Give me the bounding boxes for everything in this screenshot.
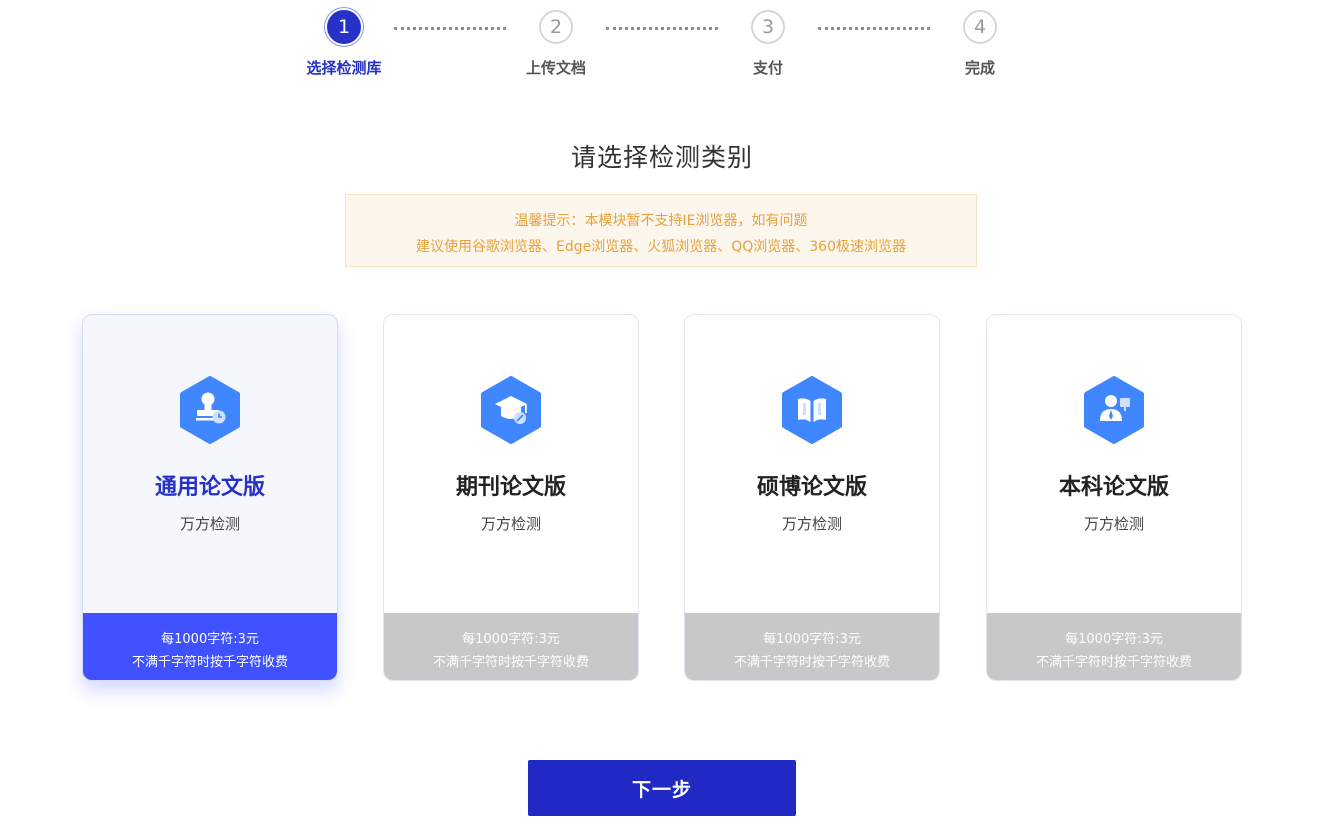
browser-notice: 温馨提示：本模块暂不支持IE浏览器，如有问题 建议使用谷歌浏览器、Edge浏览器… — [345, 194, 977, 267]
step-2-circle: 2 — [539, 10, 573, 44]
page-title: 请选择检测类别 — [570, 143, 753, 172]
card-price: 每1000字符:3元 — [763, 632, 861, 647]
card-price-note: 不满千字符时按千字符收费 — [432, 655, 589, 670]
step-4-circle: 4 — [963, 10, 997, 44]
next-step-button[interactable]: 下一步 — [528, 760, 796, 816]
card-price-note: 不满千字符时按千字符收费 — [1035, 655, 1192, 670]
step-connector — [394, 27, 506, 30]
card-price: 每1000字符:3元 — [161, 632, 259, 647]
step-progress: 1 选择检测库 2 上传文档 3 支付 4 完成 — [0, 10, 1324, 90]
card-undergraduate-paper[interactable]: 本科论文版 万方检测 每1000字符:3元 不满千字符时按千字符收费 — [986, 314, 1242, 681]
card-price-footer: 每1000字符:3元 不满千字符时按千字符收费 — [384, 613, 638, 680]
step-4-label: 完成 — [964, 59, 995, 77]
graduation-cap-icon — [481, 376, 541, 444]
card-subtitle: 万方检测 — [179, 515, 240, 533]
card-journal-paper[interactable]: 期刊论文版 万方检测 每1000字符:3元 不满千字符时按千字符收费 — [383, 314, 639, 681]
card-price-footer: 每1000字符:3元 不满千字符时按千字符收费 — [83, 613, 337, 680]
step-3: 3 支付 — [718, 10, 818, 78]
step-1-label: 选择检测库 — [306, 59, 382, 77]
card-general-paper[interactable]: 通用论文版 万方检测 每1000字符:3元 不满千字符时按千字符收费 — [82, 314, 338, 681]
card-title: 期刊论文版 — [455, 475, 566, 500]
card-subtitle: 万方检测 — [480, 515, 541, 533]
card-price-note: 不满千字符时按千字符收费 — [131, 655, 288, 670]
notice-line-1: 温馨提示：本模块暂不支持IE浏览器，如有问题 — [514, 213, 808, 229]
card-price-note: 不满千字符时按千字符收费 — [733, 655, 890, 670]
card-price: 每1000字符:3元 — [462, 632, 560, 647]
step-1-circle: 1 — [327, 10, 361, 44]
card-title: 硕博论文版 — [756, 475, 867, 500]
step-2-label: 上传文档 — [525, 59, 586, 77]
step-2: 2 上传文档 — [506, 10, 606, 78]
card-subtitle: 万方检测 — [1083, 515, 1144, 533]
card-price-footer: 每1000字符:3元 不满千字符时按千字符收费 — [987, 613, 1241, 680]
stamp-icon — [180, 376, 240, 444]
teacher-icon — [1084, 376, 1144, 444]
card-subtitle: 万方检测 — [781, 515, 842, 533]
card-price-footer: 每1000字符:3元 不满千字符时按千字符收费 — [685, 613, 939, 680]
step-1: 1 选择检测库 — [294, 10, 394, 78]
notice-line-2: 建议使用谷歌浏览器、Edge浏览器、火狐浏览器、QQ浏览器、360极速浏览器 — [416, 239, 906, 255]
step-3-label: 支付 — [752, 59, 783, 77]
card-price: 每1000字符:3元 — [1065, 632, 1163, 647]
open-book-icon — [782, 376, 842, 444]
step-4: 4 完成 — [930, 10, 1030, 78]
step-connector — [818, 27, 930, 30]
card-master-doctoral-paper[interactable]: 硕博论文版 万方检测 每1000字符:3元 不满千字符时按千字符收费 — [684, 314, 940, 681]
card-title: 本科论文版 — [1058, 475, 1169, 500]
step-3-circle: 3 — [751, 10, 785, 44]
card-title: 通用论文版 — [154, 475, 265, 500]
step-connector — [606, 27, 718, 30]
